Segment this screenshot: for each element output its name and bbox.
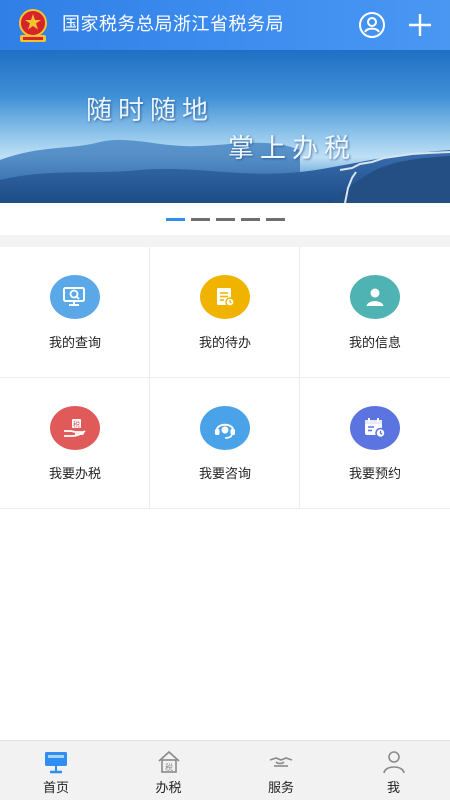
tax-emblem-icon (19, 9, 47, 42)
tab-label: 办税 (155, 781, 182, 796)
bottom-tab-bar: 首页 税 办税 服务 我 (0, 740, 450, 800)
carousel-dot[interactable] (190, 217, 210, 221)
tab-label: 首页 (42, 781, 69, 796)
grid-item-label: 我要咨询 (198, 467, 251, 482)
grid-item-label: 我的信息 (348, 336, 401, 351)
grid-item-appointment[interactable]: 我要预约 (300, 378, 450, 509)
carousel-dot[interactable] (215, 217, 235, 221)
carousel-dot[interactable] (240, 217, 260, 221)
function-grid: 我的查询 我的待办 我的信息 税 我要办税 我要咨询 我要预约 (0, 247, 450, 509)
tab-home[interactable]: 首页 (0, 741, 112, 800)
grid-item-label: 我的查询 (48, 336, 101, 351)
handshake-icon (269, 757, 293, 767)
tab-me[interactable]: 我 (337, 741, 450, 800)
document-clock-icon (200, 275, 250, 319)
svg-text:税: 税 (165, 762, 173, 772)
grid-item-label: 我要办税 (48, 467, 101, 482)
svg-text:税: 税 (73, 420, 80, 429)
user-circle-icon[interactable] (358, 11, 386, 39)
grid-item-handle-tax[interactable]: 税 我要办税 (0, 378, 150, 509)
hand-tax-icon: 税 (50, 406, 100, 450)
banner-carousel[interactable]: 随时随地 掌上办税 (0, 50, 450, 203)
tab-service[interactable]: 服务 (225, 741, 337, 800)
person-icon (382, 751, 405, 774)
grid-item-label: 我的待办 (198, 336, 251, 351)
top-header: 国家税务总局浙江省税务局 (0, 0, 450, 50)
grid-item-my-todo[interactable]: 我的待办 (150, 247, 300, 378)
grid-item-consult[interactable]: 我要咨询 (150, 378, 300, 509)
search-monitor-icon (50, 275, 100, 319)
tab-label: 服务 (267, 781, 294, 796)
carousel-dot[interactable] (165, 217, 185, 221)
great-wall-landscape-image (0, 139, 450, 203)
grid-item-my-query[interactable]: 我的查询 (0, 247, 150, 378)
calendar-clock-icon (350, 406, 400, 450)
home-monitor-icon (45, 752, 67, 774)
grid-item-label: 我要预约 (348, 467, 401, 482)
header-title: 国家税务总局浙江省税务局 (62, 14, 284, 35)
user-icon (350, 275, 400, 319)
headset-icon (200, 406, 250, 450)
banner-slogan-line1: 随时随地 (86, 96, 215, 126)
app-screen: 国家税务总局浙江省税务局 随时随地 掌上办税 我的查询 我的待办 我的信息 税 … (0, 0, 450, 800)
carousel-dot[interactable] (265, 217, 285, 221)
tab-tax[interactable]: 税 办税 (112, 741, 225, 800)
section-divider (0, 235, 450, 247)
carousel-indicator (0, 203, 450, 235)
grid-item-my-info[interactable]: 我的信息 (300, 247, 450, 378)
tab-label: 我 (386, 781, 400, 796)
tax-house-icon: 税 (157, 750, 180, 773)
banner-slogan-line2: 掌上办税 (228, 134, 357, 164)
plus-icon[interactable] (406, 11, 434, 39)
